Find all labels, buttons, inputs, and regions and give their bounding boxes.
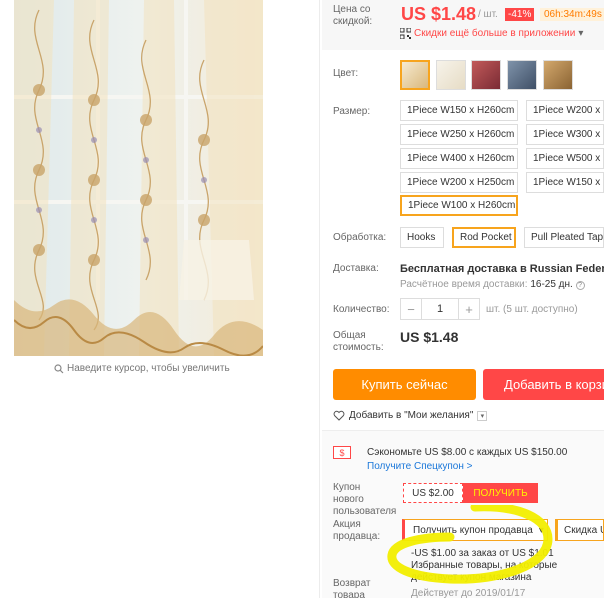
info-icon[interactable]: ?: [575, 281, 585, 290]
color-label: Цвет:: [333, 68, 359, 79]
processing-option-pleated-tape[interactable]: Pull Pleated Tape: [524, 227, 604, 248]
delivery-time: Расчётное время доставки: 16-25 дн. ?: [400, 279, 585, 290]
chevron-down-icon: ▾: [538, 524, 544, 536]
heart-plus-icon: [333, 410, 345, 421]
chevron-down-icon: ▾: [578, 28, 584, 39]
quantity-stepper: − 1 +: [400, 298, 480, 320]
seller-coupon-dropdown[interactable]: Получить купон продавца ▾: [402, 519, 548, 541]
quantity-label: Количество:: [333, 304, 390, 315]
return-label: Возврат товара: [333, 578, 371, 598]
price-value: US $1.48: [401, 4, 477, 24]
svg-text:$: $: [339, 448, 344, 458]
quantity-input[interactable]: 1: [421, 299, 459, 319]
delivery-text: Бесплатная доставка в Russian Federation: [400, 263, 604, 275]
seller-discount-dropdown[interactable]: Скидка US: [555, 519, 604, 541]
new-user-coupon-label: Купон нового пользователя: [333, 482, 397, 517]
color-swatch-5[interactable]: [543, 60, 573, 90]
quantity-plus-button[interactable]: +: [459, 299, 479, 319]
delivery-time-label: Расчётное время доставки:: [400, 279, 528, 290]
size-option-selected[interactable]: 1Piece W100 x H260cm: [400, 195, 518, 216]
save-text: Сэкономьте US $8.00 с каждых US $150.00: [367, 447, 568, 458]
per-unit: / шт.: [478, 9, 498, 20]
divider: [319, 0, 320, 598]
coupon-icon: $: [333, 446, 351, 459]
total-value: US $1.48: [400, 329, 459, 345]
total-label: Общая стоимость:: [333, 330, 384, 353]
size-option[interactable]: 1Piece W400 x H260cm: [400, 148, 518, 169]
quantity-note: шт. (5 шт. доступно): [486, 304, 578, 315]
size-option[interactable]: 1Piece W200 x H260cm: [526, 100, 604, 121]
add-to-cart-button[interactable]: Добавить в корзину: [483, 369, 604, 400]
special-coupon-link[interactable]: Получите Спецкупон >: [367, 461, 473, 472]
wishlist-link[interactable]: Добавить в "Мои желания" ▾: [333, 410, 488, 421]
size-option[interactable]: 1Piece W150 x H260cm: [400, 100, 518, 121]
new-user-coupon-value: US $2.00: [403, 483, 463, 503]
size-option[interactable]: 1Piece W300 x H260cm: [526, 124, 604, 145]
coupon-detail-line: -US $1.00 за заказ от US $1.01: [411, 548, 554, 559]
color-swatch-4[interactable]: [507, 60, 537, 90]
qr-code-icon: [400, 28, 411, 39]
delivery-label: Доставка:: [333, 263, 379, 274]
color-swatch-2[interactable]: [436, 60, 466, 90]
buy-now-button[interactable]: Купить сейчас: [333, 369, 476, 400]
delivery-value[interactable]: Бесплатная доставка в Russian Federation: [400, 263, 604, 275]
processing-option-hooks[interactable]: Hooks: [400, 227, 444, 248]
color-swatch-3[interactable]: [471, 60, 501, 90]
processing-label: Обработка:: [333, 232, 387, 243]
magnifier-icon: [54, 363, 64, 373]
wishlist-text: Добавить в "Мои желания": [349, 410, 474, 421]
product-image[interactable]: [14, 0, 263, 356]
size-label: Размер:: [333, 106, 371, 117]
app-promo-text: Скидки ещё больше в приложении: [414, 28, 576, 39]
countdown-timer: 06h:34m:49s: [540, 8, 604, 21]
zoom-hint-text: Наведите курсор, чтобы увеличить: [67, 363, 230, 374]
size-option[interactable]: 1Piece W200 x H250cm: [400, 172, 518, 193]
seller-coupon-text: Получить купон продавца: [413, 524, 533, 536]
curtain-illustration: [14, 0, 263, 356]
color-swatch-1[interactable]: [400, 60, 430, 90]
size-option[interactable]: 1Piece W500 x H260cm: [526, 148, 604, 169]
seller-promo-label: Акция продавца:: [333, 519, 381, 542]
coupon-expiry: Действует до 2019/01/17: [411, 588, 526, 598]
size-option[interactable]: 1Piece W250 x H260cm: [400, 124, 518, 145]
delivery-time-value: 16-25 дн.: [530, 279, 573, 290]
processing-option-rod-pocket[interactable]: Rod Pocket: [452, 227, 516, 248]
coupon-detail-line: действует купон магазина: [411, 572, 532, 583]
discount-badge: -41%: [505, 8, 535, 21]
coupon-detail-line: Избранные товары, на которые: [411, 560, 558, 571]
seller-coupon-details: -US $1.00 за заказ от US $1.01 Избранные…: [411, 548, 557, 598]
zoom-hint: Наведите курсор, чтобы увеличить: [54, 363, 230, 374]
quantity-minus-button[interactable]: −: [401, 299, 421, 319]
get-coupon-button[interactable]: ПОЛУЧИТЬ: [463, 483, 538, 503]
seller-discount-text: Скидка US: [564, 524, 603, 536]
chevron-down-icon[interactable]: ▾: [477, 410, 488, 421]
size-option[interactable]: 1Piece W150 x H250cm: [526, 172, 604, 193]
app-promo-link[interactable]: Скидки ещё больше в приложении ▾: [400, 28, 583, 39]
price-label: Цена со скидкой:: [333, 4, 373, 27]
